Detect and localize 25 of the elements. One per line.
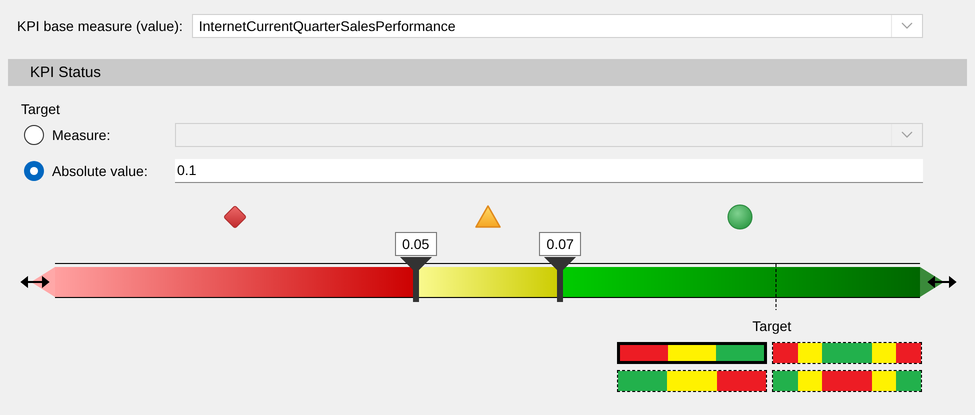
radio-button[interactable]: [24, 161, 44, 181]
resize-arrow-icon[interactable]: [20, 276, 50, 288]
threshold-handle[interactable]: [544, 257, 576, 302]
radio-option[interactable]: Absolute value:: [24, 161, 175, 181]
radio-option[interactable]: Measure:: [24, 125, 175, 145]
dropdown-field[interactable]: InternetCurrentQuarterSalesPerformance: [192, 14, 923, 38]
color-pattern-option[interactable]: [772, 342, 922, 364]
threshold-handle[interactable]: [400, 257, 432, 302]
radio-button[interactable]: [24, 125, 44, 145]
input-field[interactable]: 0.1: [175, 159, 923, 183]
group-label: Target: [21, 101, 60, 117]
color-pattern-option[interactable]: [772, 370, 922, 392]
color-pattern-option[interactable]: [617, 342, 767, 364]
target-label: Target: [752, 318, 792, 334]
dropdown-field[interactable]: [175, 123, 923, 147]
circle-icon: [727, 204, 754, 230]
threshold-value[interactable]: 0.05: [394, 232, 437, 256]
chevron-icon: [901, 131, 913, 139]
chevron-icon: [901, 22, 913, 30]
warning-triangle-icon: [474, 204, 502, 230]
section-header: KPI Status: [8, 59, 967, 86]
resize-arrow-icon[interactable]: [927, 276, 957, 288]
threshold-value[interactable]: 0.07: [539, 232, 582, 256]
color-pattern-option[interactable]: [617, 370, 767, 392]
field-label: KPI base measure (value):: [17, 18, 183, 34]
